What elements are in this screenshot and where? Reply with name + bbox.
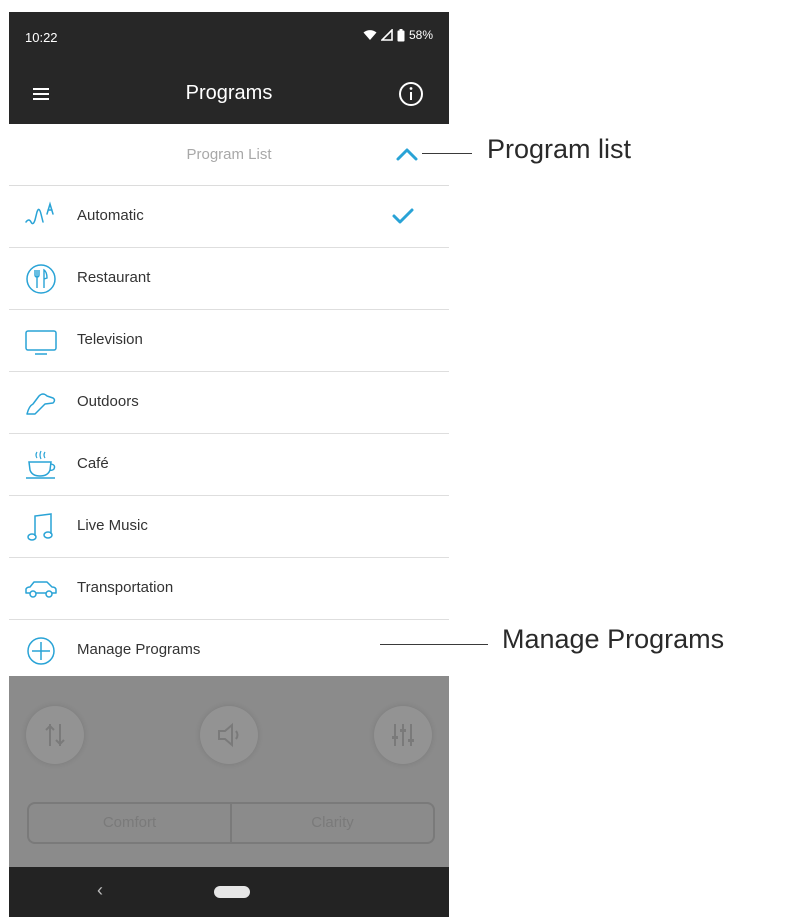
program-label: Television — [77, 331, 143, 348]
segment-comfort: Comfort — [29, 804, 232, 842]
check-icon — [391, 206, 415, 226]
phone-screen: 10:22 58% Programs Program List Automati… — [9, 12, 449, 917]
mode-segmented-control: Comfort Clarity — [27, 802, 435, 844]
program-label: Manage Programs — [77, 641, 201, 658]
battery-percent: 58% — [408, 28, 433, 42]
outdoors-icon — [23, 386, 59, 420]
back-icon[interactable]: ‹ — [97, 880, 103, 901]
music-icon — [23, 510, 59, 544]
wifi-icon — [363, 29, 377, 41]
status-bar: 10:22 58% — [9, 12, 449, 64]
car-icon — [23, 572, 59, 606]
program-item-outdoors[interactable]: Outdoors — [9, 372, 449, 434]
equalizer-button — [26, 706, 84, 764]
program-item-live-music[interactable]: Live Music — [9, 496, 449, 558]
program-item-television[interactable]: Television — [9, 310, 449, 372]
manage-programs-button[interactable]: Manage Programs — [9, 620, 449, 682]
status-time: 10:22 — [25, 30, 58, 45]
status-icons: 58% — [363, 28, 433, 42]
program-list: Automatic Restaurant Television Outdoors… — [9, 186, 449, 682]
program-label: Automatic — [77, 207, 144, 224]
plus-circle-icon — [23, 634, 59, 668]
program-list-label: Program List — [186, 146, 272, 163]
sliders-icon — [392, 724, 414, 746]
callout-line-program-list — [422, 153, 472, 154]
program-label: Outdoors — [77, 393, 139, 410]
callout-line-manage-programs — [380, 644, 488, 645]
system-nav-bar: ‹ — [9, 867, 449, 917]
restaurant-icon — [23, 262, 59, 296]
canvas: 10:22 58% Programs Program List Automati… — [0, 0, 789, 917]
callout-manage-programs: Manage Programs — [502, 624, 725, 654]
signal-icon — [380, 29, 393, 41]
battery-icon — [397, 28, 405, 42]
program-item-cafe[interactable]: Café — [9, 434, 449, 496]
volume-button — [200, 706, 258, 764]
segment-clarity: Clarity — [311, 814, 354, 831]
program-label: Transportation — [77, 579, 174, 596]
sound-adjust-button — [374, 706, 432, 764]
program-item-transportation[interactable]: Transportation — [9, 558, 449, 620]
program-label: Café — [77, 455, 109, 472]
equalizer-icon — [45, 724, 65, 746]
chevron-up-icon[interactable] — [395, 144, 419, 164]
home-pill-icon[interactable] — [214, 886, 250, 898]
television-icon — [23, 324, 59, 358]
program-list-header[interactable]: Program List — [9, 124, 449, 186]
automatic-icon — [23, 200, 59, 234]
callout-program-list: Program list — [487, 134, 632, 164]
program-item-automatic[interactable]: Automatic — [9, 186, 449, 248]
info-icon[interactable] — [397, 80, 425, 108]
page-title: Programs — [185, 82, 273, 104]
program-label: Live Music — [77, 517, 148, 534]
dimmed-overlay: Comfort Clarity — [9, 676, 449, 867]
program-label: Restaurant — [77, 269, 151, 286]
program-item-restaurant[interactable]: Restaurant — [9, 248, 449, 310]
app-bar: Programs — [9, 64, 449, 124]
speaker-icon — [218, 722, 239, 748]
cafe-icon — [23, 448, 59, 482]
